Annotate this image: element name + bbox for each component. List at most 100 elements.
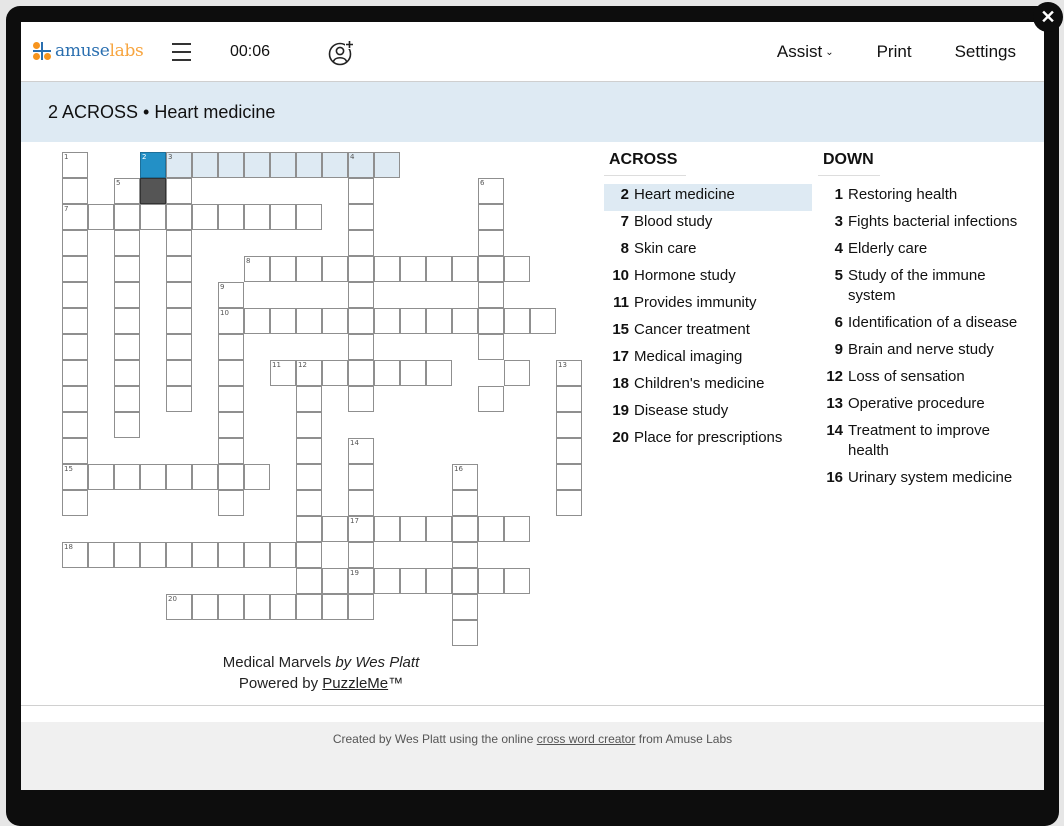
- add-user-icon[interactable]: [328, 40, 354, 66]
- grid-cell[interactable]: [270, 152, 296, 178]
- grid-cell[interactable]: [322, 594, 348, 620]
- grid-cell[interactable]: [348, 386, 374, 412]
- grid-cell[interactable]: [270, 204, 296, 230]
- grid-cell[interactable]: 4: [348, 152, 374, 178]
- grid-cell[interactable]: [478, 308, 504, 334]
- grid-cell[interactable]: [478, 386, 504, 412]
- clue-down-1[interactable]: 1 Restoring health: [818, 184, 1028, 211]
- clue-across-15[interactable]: 15 Cancer treatment: [604, 319, 812, 346]
- grid-cell[interactable]: [322, 152, 348, 178]
- grid-cell[interactable]: [218, 594, 244, 620]
- grid-cell[interactable]: [296, 490, 322, 516]
- grid-cell[interactable]: [426, 568, 452, 594]
- grid-cell[interactable]: 1: [62, 152, 88, 178]
- assist-menu[interactable]: Assist ⌄: [777, 42, 834, 62]
- grid-cell[interactable]: [478, 256, 504, 282]
- grid-cell[interactable]: [348, 308, 374, 334]
- grid-cell[interactable]: [374, 152, 400, 178]
- clue-down-5[interactable]: 5 Study of the immune system: [818, 265, 1028, 312]
- clue-down-12[interactable]: 12 Loss of sensation: [818, 366, 1028, 393]
- grid-cell[interactable]: [452, 594, 478, 620]
- grid-cell[interactable]: [114, 256, 140, 282]
- grid-cell[interactable]: 10: [218, 308, 244, 334]
- grid-cell[interactable]: [556, 490, 582, 516]
- grid-cell[interactable]: [452, 490, 478, 516]
- grid-cell[interactable]: [348, 282, 374, 308]
- grid-cell[interactable]: [140, 542, 166, 568]
- grid-cell[interactable]: [114, 308, 140, 334]
- grid-cell[interactable]: 12: [296, 360, 322, 386]
- grid-cell[interactable]: [218, 412, 244, 438]
- grid-cell[interactable]: [218, 204, 244, 230]
- grid-cell[interactable]: [374, 308, 400, 334]
- grid-cell[interactable]: [296, 438, 322, 464]
- grid-cell[interactable]: [62, 386, 88, 412]
- grid-cell[interactable]: [140, 464, 166, 490]
- grid-cell[interactable]: [62, 360, 88, 386]
- grid-cell[interactable]: [504, 256, 530, 282]
- grid-cell[interactable]: [556, 464, 582, 490]
- grid-cell[interactable]: [296, 594, 322, 620]
- grid-cell[interactable]: [296, 516, 322, 542]
- grid-cell[interactable]: [244, 308, 270, 334]
- grid-cell[interactable]: [166, 230, 192, 256]
- grid-cell[interactable]: [296, 256, 322, 282]
- grid-cell[interactable]: 9: [218, 282, 244, 308]
- grid-cell[interactable]: [374, 568, 400, 594]
- grid-cell[interactable]: [88, 204, 114, 230]
- grid-cell[interactable]: [218, 152, 244, 178]
- clue-across-2[interactable]: 2 Heart medicine: [604, 184, 812, 211]
- grid-cell[interactable]: [62, 334, 88, 360]
- grid-cell[interactable]: [322, 568, 348, 594]
- grid-cell[interactable]: [322, 516, 348, 542]
- grid-cell[interactable]: [452, 620, 478, 646]
- grid-cell[interactable]: [114, 412, 140, 438]
- grid-cell[interactable]: 15: [62, 464, 88, 490]
- grid-cell[interactable]: [296, 386, 322, 412]
- grid-cell[interactable]: [348, 360, 374, 386]
- grid-cell[interactable]: [62, 178, 88, 204]
- grid-cell[interactable]: [400, 568, 426, 594]
- grid-cell[interactable]: 17: [348, 516, 374, 542]
- grid-cell[interactable]: [192, 204, 218, 230]
- grid-cell[interactable]: [114, 542, 140, 568]
- grid-cell[interactable]: [400, 308, 426, 334]
- grid-cell[interactable]: [166, 178, 192, 204]
- grid-cell[interactable]: [348, 542, 374, 568]
- grid-cell[interactable]: [452, 516, 478, 542]
- grid-cell[interactable]: [322, 256, 348, 282]
- grid-cell[interactable]: [62, 412, 88, 438]
- grid-cell[interactable]: [218, 464, 244, 490]
- grid-cell[interactable]: [322, 360, 348, 386]
- grid-cell[interactable]: [166, 360, 192, 386]
- grid-cell[interactable]: [218, 334, 244, 360]
- grid-cell[interactable]: [348, 178, 374, 204]
- clue-down-9[interactable]: 9 Brain and nerve study: [818, 339, 1028, 366]
- clue-down-16[interactable]: 16 Urinary system medicine: [818, 467, 1028, 494]
- grid-cell[interactable]: [452, 256, 478, 282]
- grid-cell[interactable]: [140, 204, 166, 230]
- grid-cell[interactable]: [426, 256, 452, 282]
- grid-cell[interactable]: [114, 204, 140, 230]
- grid-cell[interactable]: [192, 594, 218, 620]
- grid-cell[interactable]: [114, 282, 140, 308]
- grid-cell[interactable]: 18: [62, 542, 88, 568]
- grid-cell[interactable]: [374, 516, 400, 542]
- grid-cell[interactable]: [374, 256, 400, 282]
- grid-cell[interactable]: [452, 568, 478, 594]
- clue-across-17[interactable]: 17 Medical imaging: [604, 346, 812, 373]
- clue-across-18[interactable]: 18 Children's medicine: [604, 373, 812, 400]
- grid-cell[interactable]: [62, 490, 88, 516]
- grid-cell[interactable]: [192, 542, 218, 568]
- grid-cell[interactable]: [348, 464, 374, 490]
- crossword-creator-link[interactable]: cross word creator: [537, 732, 636, 746]
- grid-cell[interactable]: [218, 386, 244, 412]
- clue-down-13[interactable]: 13 Operative procedure: [818, 393, 1028, 420]
- grid-cell[interactable]: [296, 204, 322, 230]
- grid-cell[interactable]: 7: [62, 204, 88, 230]
- grid-cell[interactable]: [218, 360, 244, 386]
- grid-cell[interactable]: [504, 568, 530, 594]
- clue-across-11[interactable]: 11 Provides immunity: [604, 292, 812, 319]
- grid-cell[interactable]: [296, 568, 322, 594]
- puzzleme-link[interactable]: PuzzleMe: [322, 675, 388, 692]
